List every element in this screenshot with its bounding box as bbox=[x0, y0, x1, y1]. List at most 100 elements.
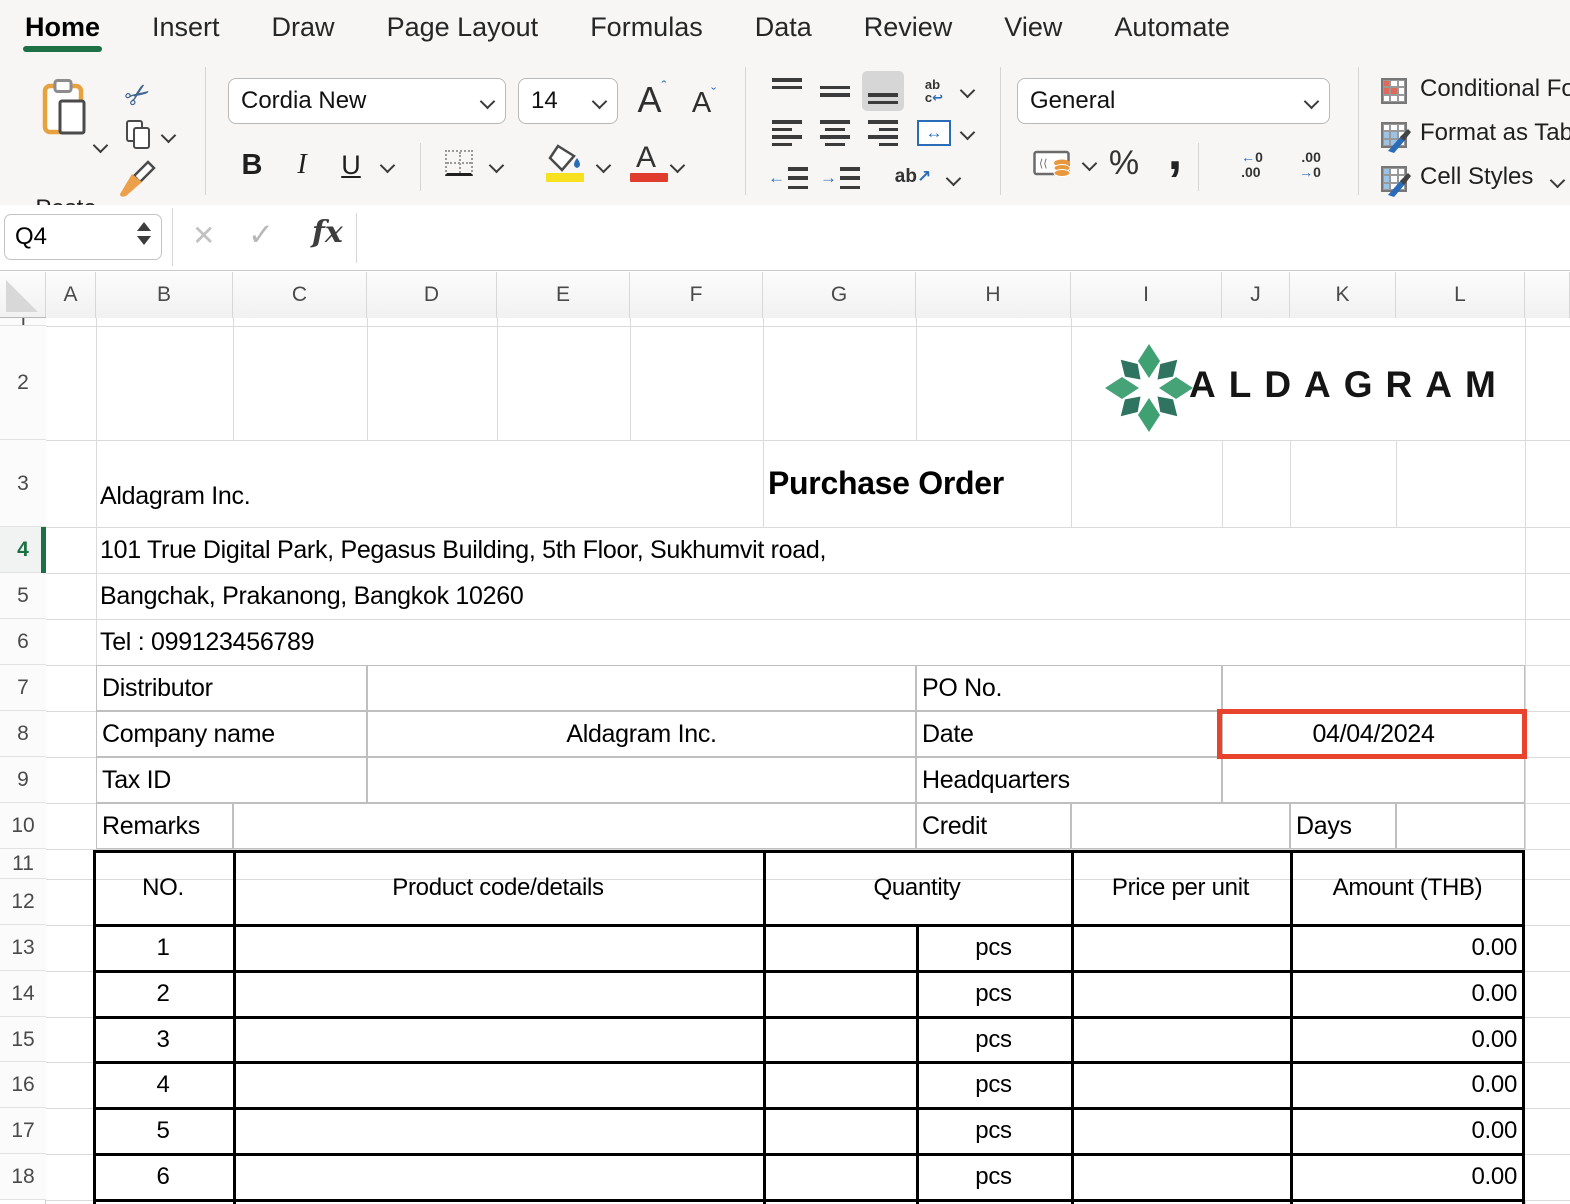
percent-style-icon[interactable]: % bbox=[1102, 141, 1146, 185]
row-header-12[interactable]: 12 bbox=[0, 879, 46, 925]
align-right-icon[interactable] bbox=[864, 117, 902, 149]
font-color-menu-chevron[interactable] bbox=[670, 158, 686, 174]
row-header-7[interactable]: 7 bbox=[0, 665, 46, 711]
table-row-no[interactable]: 5 bbox=[93, 1108, 233, 1154]
enter-icon[interactable]: ✓ bbox=[248, 217, 274, 253]
name-box-stepper[interactable] bbox=[137, 222, 151, 245]
row-header-15[interactable]: 15 bbox=[0, 1017, 46, 1062]
table-row-no[interactable]: 4 bbox=[93, 1062, 233, 1108]
po-no-label[interactable]: PO No. bbox=[922, 665, 1002, 711]
merge-menu-chevron[interactable] bbox=[960, 125, 976, 141]
row-header-2[interactable]: 2 bbox=[0, 326, 46, 440]
form-cell[interactable] bbox=[233, 803, 916, 849]
table-row-amount[interactable]: 0.00 bbox=[1290, 925, 1517, 971]
form-cell[interactable] bbox=[367, 757, 916, 803]
col-header-I[interactable]: I bbox=[1071, 272, 1222, 318]
table-row-unit[interactable]: pcs bbox=[916, 1154, 1071, 1200]
underline-button[interactable]: U bbox=[336, 145, 366, 185]
decrease-decimal-icon[interactable]: ←0.00 bbox=[1226, 147, 1278, 183]
table-row-no[interactable]: 3 bbox=[93, 1017, 233, 1062]
col-header-G[interactable]: G bbox=[763, 272, 916, 318]
font-size-select[interactable]: 14 bbox=[518, 78, 618, 124]
tab-formulas[interactable]: Formulas bbox=[590, 0, 703, 55]
fill-color-icon[interactable] bbox=[545, 143, 587, 173]
tab-home[interactable]: Home bbox=[25, 0, 100, 55]
table-row-unit[interactable]: pcs bbox=[916, 925, 1071, 971]
decrease-indent-icon[interactable]: ← bbox=[766, 161, 810, 195]
col-header-K[interactable]: K bbox=[1290, 272, 1396, 318]
row-header-9[interactable]: 9 bbox=[0, 757, 46, 803]
accounting-format-icon[interactable]: ⟨⟨ bbox=[1030, 145, 1076, 183]
company-name-value[interactable]: Aldagram Inc. bbox=[367, 711, 916, 757]
table-row-no[interactable]: 1 bbox=[93, 925, 233, 971]
tax-id-label[interactable]: Tax ID bbox=[102, 757, 171, 803]
row-header-8[interactable]: 8 bbox=[0, 711, 46, 757]
align-top-icon[interactable] bbox=[768, 75, 806, 107]
paste-button[interactable] bbox=[34, 77, 94, 137]
date-value[interactable]: 04/04/2024 bbox=[1222, 711, 1525, 757]
distributor-label[interactable]: Distributor bbox=[102, 665, 213, 711]
fill-menu-chevron[interactable] bbox=[596, 158, 612, 174]
row-header-3[interactable]: 3 bbox=[0, 440, 46, 527]
table-row-amount[interactable]: 0.00 bbox=[1290, 971, 1517, 1017]
table-row-amount[interactable]: 0.00 bbox=[1290, 1062, 1517, 1108]
align-left-icon[interactable] bbox=[768, 117, 806, 149]
tab-automate[interactable]: Automate bbox=[1114, 0, 1230, 55]
address-line-1[interactable]: 101 True Digital Park, Pegasus Building,… bbox=[100, 527, 826, 573]
row-header-1[interactable]: 1 bbox=[0, 318, 46, 326]
col-header-A[interactable]: A bbox=[46, 272, 96, 318]
table-header-price[interactable]: Price per unit bbox=[1071, 850, 1290, 925]
comma-style-icon[interactable]: , bbox=[1158, 127, 1192, 177]
credit-label[interactable]: Credit bbox=[922, 803, 987, 849]
increase-font-icon[interactable]: Aˆ bbox=[630, 77, 674, 123]
wrap-text-icon[interactable]: abc↩ bbox=[912, 71, 956, 111]
tab-review[interactable]: Review bbox=[864, 0, 953, 55]
accounting-menu-chevron[interactable] bbox=[1082, 156, 1098, 172]
decrease-font-icon[interactable]: Aˇ bbox=[682, 83, 726, 123]
merge-center-icon[interactable]: ↔ bbox=[912, 117, 956, 149]
tab-draw[interactable]: Draw bbox=[272, 0, 335, 55]
address-line-2[interactable]: Bangchak, Prakanong, Bangkok 10260 bbox=[100, 573, 523, 619]
company-name-line[interactable]: Aldagram Inc. bbox=[100, 440, 250, 520]
row-header-10[interactable]: 10 bbox=[0, 803, 46, 849]
orientation-menu-chevron[interactable] bbox=[946, 171, 962, 187]
align-middle-icon[interactable] bbox=[816, 75, 854, 107]
days-label[interactable]: Days bbox=[1296, 803, 1352, 849]
italic-button[interactable]: I bbox=[288, 145, 316, 185]
format-painter-icon[interactable] bbox=[114, 159, 158, 199]
table-header-product[interactable]: Product code/details bbox=[233, 850, 763, 925]
row-header-5[interactable]: 5 bbox=[0, 573, 46, 619]
row-header-11[interactable]: 11 bbox=[0, 849, 46, 879]
cell-styles-icon[interactable] bbox=[1378, 163, 1410, 195]
form-cell[interactable] bbox=[1222, 757, 1525, 803]
table-row-amount[interactable]: 0.00 bbox=[1290, 1154, 1517, 1200]
phone-line[interactable]: Tel : 099123456789 bbox=[100, 619, 314, 665]
cancel-icon[interactable]: ✕ bbox=[192, 219, 215, 252]
date-label[interactable]: Date bbox=[922, 711, 974, 757]
font-color-icon[interactable]: A bbox=[628, 141, 664, 175]
col-header-F[interactable]: F bbox=[630, 272, 763, 318]
table-row-amount[interactable]: 0.00 bbox=[1290, 1017, 1517, 1062]
increase-indent-icon[interactable]: → bbox=[818, 161, 862, 195]
row-header-14[interactable]: 14 bbox=[0, 971, 46, 1017]
row-header-18[interactable]: 18 bbox=[0, 1154, 46, 1200]
form-cell[interactable] bbox=[1071, 803, 1290, 849]
table-header-amount[interactable]: Amount (THB) bbox=[1290, 850, 1525, 925]
tab-insert[interactable]: Insert bbox=[152, 0, 220, 55]
borders-menu-chevron[interactable] bbox=[489, 158, 505, 174]
bold-button[interactable]: B bbox=[236, 145, 268, 185]
number-format-select[interactable]: General bbox=[1017, 78, 1330, 124]
table-row-no[interactable]: 6 bbox=[93, 1154, 233, 1200]
cut-icon[interactable]: ✂ bbox=[111, 69, 164, 121]
align-bottom-icon[interactable] bbox=[862, 71, 904, 111]
col-header-H[interactable]: H bbox=[916, 272, 1071, 318]
name-box[interactable]: Q4 bbox=[4, 214, 162, 260]
row-header-6[interactable]: 6 bbox=[0, 619, 46, 665]
align-center-icon[interactable] bbox=[816, 117, 854, 149]
table-row-unit[interactable]: pcs bbox=[916, 1062, 1071, 1108]
font-name-select[interactable]: Cordia New bbox=[228, 78, 506, 124]
text-orientation-icon[interactable]: ab↗ bbox=[888, 159, 938, 195]
tab-page-layout[interactable]: Page Layout bbox=[387, 0, 539, 55]
borders-icon[interactable] bbox=[443, 147, 475, 179]
table-row-unit[interactable]: pcs bbox=[916, 1108, 1071, 1154]
